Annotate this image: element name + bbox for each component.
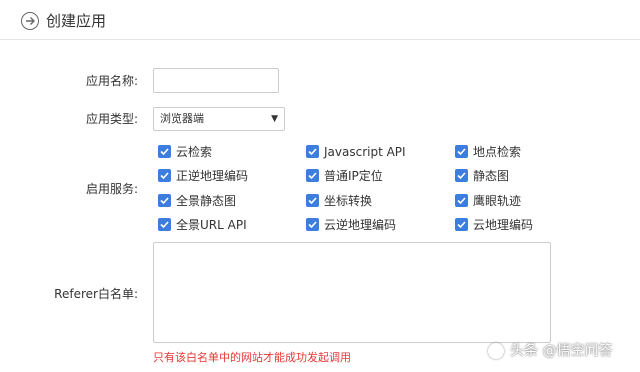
service-label: 云逆地理编码 <box>324 218 397 232</box>
checkbox-checked-icon <box>455 218 468 231</box>
checkbox-checked-icon <box>158 194 171 207</box>
service-label: 全景URL API <box>176 218 247 232</box>
service-label: 静态图 <box>473 169 510 183</box>
referer-whitelist-textarea[interactable] <box>153 242 551 343</box>
checkbox-checked-icon <box>455 169 468 182</box>
app-type-value: 浏览器端 <box>160 112 204 125</box>
page-title: 创建应用 <box>46 12 107 30</box>
service-label: 鹰眼轨迹 <box>473 194 522 208</box>
watermark-logo-icon <box>488 343 504 359</box>
service-label: 云地理编码 <box>473 218 534 232</box>
checkbox-checked-icon <box>306 169 319 182</box>
service-label: 坐标转换 <box>324 194 373 208</box>
checkbox-checked-icon <box>455 194 468 207</box>
app-name-label: 应用名称: <box>85 74 138 88</box>
page-header: 创建应用 <box>0 0 640 40</box>
checkbox-checked-icon <box>306 218 319 231</box>
service-label: 云检索 <box>176 145 213 159</box>
arrow-right-circle-icon[interactable] <box>21 12 39 30</box>
referer-label: Referer白名单: <box>54 287 138 301</box>
checkbox-checked-icon <box>158 218 171 231</box>
service-label: Javascript API <box>324 145 406 159</box>
app-name-input[interactable] <box>153 68 279 93</box>
service-label: 正逆地理编码 <box>176 169 249 183</box>
watermark-text: 头条 @悟空问答 <box>510 343 613 359</box>
checkbox-checked-icon <box>306 145 319 158</box>
service-label: 地点检索 <box>473 145 522 159</box>
checkbox-checked-icon <box>158 145 171 158</box>
app-type-label: 应用类型: <box>85 112 138 126</box>
checkbox-checked-icon <box>455 145 468 158</box>
checkbox-checked-icon <box>306 194 319 207</box>
checkbox-checked-icon <box>158 169 171 182</box>
referer-hint-text: 只有该白名单中的网站才能成功发起调用 <box>153 351 351 364</box>
app-type-select[interactable]: 浏览器端 ▼ <box>153 107 285 131</box>
caret-down-icon: ▼ <box>271 114 278 124</box>
service-label: 全景静态图 <box>176 194 237 208</box>
services-label: 启用服务: <box>85 182 138 196</box>
service-label: 普通IP定位 <box>324 169 383 183</box>
